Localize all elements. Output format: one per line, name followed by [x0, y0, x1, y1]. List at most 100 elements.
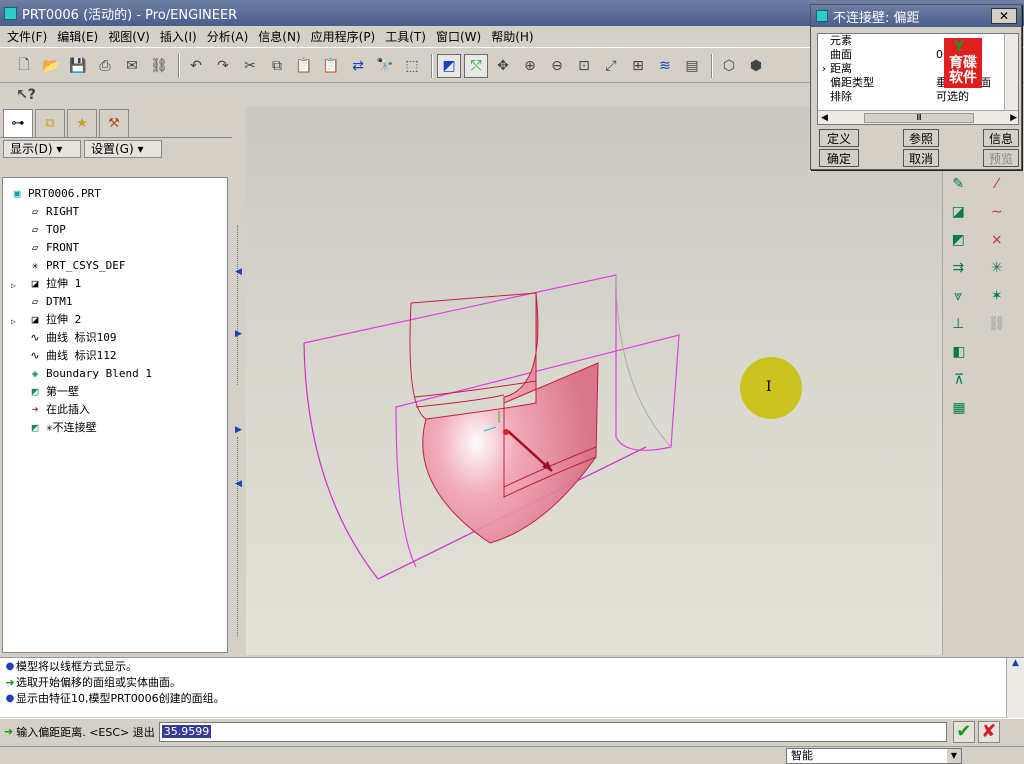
zoom-out-icon[interactable]: ⊖: [545, 54, 569, 78]
paste-special-icon[interactable]: 📋: [319, 54, 343, 78]
tree-item[interactable]: ◈ Boundary Blend 1: [3, 364, 227, 382]
tree-item[interactable]: ▷ ◪ 拉伸 1: [3, 274, 227, 292]
tree-item[interactable]: ◩ 第一壁: [3, 382, 227, 400]
scroll-thumb[interactable]: Ⅲ: [864, 112, 974, 123]
expand-arrow-icon[interactable]: ▷: [11, 317, 16, 326]
form-tool-icon[interactable]: ⊼: [947, 368, 971, 392]
cut-tool-icon[interactable]: ◧: [947, 340, 971, 364]
csys-tool-icon[interactable]: ✳: [986, 256, 1009, 280]
offset-distance-value[interactable]: 35.9599: [161, 725, 212, 738]
tree-item[interactable]: ▱ FRONT: [3, 238, 227, 256]
expand-arrow-icon[interactable]: ▷: [11, 281, 16, 290]
tree-item[interactable]: ✳ PRT_CSYS_DEF: [3, 256, 227, 274]
menu-help[interactable]: 帮助(H): [486, 27, 538, 47]
menu-file[interactable]: 文件(F): [2, 27, 52, 47]
element-list[interactable]: 元素曲面0的›距离偏距类型垂直于曲面排除 可选的 Y 育碟 软件 ◀ Ⅲ ▶: [817, 33, 1019, 125]
new-file-icon[interactable]: 🗋: [12, 54, 36, 78]
cancel-button[interactable]: 取消: [903, 149, 939, 167]
cancel-x-icon[interactable]: ✘: [977, 720, 1000, 743]
refit-icon[interactable]: ⊡: [572, 54, 596, 78]
favorites-tab-icon[interactable]: ★: [67, 109, 97, 137]
element-row[interactable]: › 距离: [818, 62, 1018, 76]
reorient-icon[interactable]: ⤢: [599, 54, 623, 78]
cut-icon[interactable]: ✂: [238, 54, 262, 78]
send-link-icon[interactable]: ⛓: [147, 54, 171, 78]
bend-tool-icon[interactable]: ⇉: [947, 256, 970, 280]
redo-icon[interactable]: ↷: [211, 54, 235, 78]
close-icon[interactable]: ✕: [991, 8, 1017, 24]
copy-icon[interactable]: ⧉: [265, 54, 289, 78]
flatten-tool-icon[interactable]: ⩔: [947, 284, 970, 308]
tree-item[interactable]: ▱ TOP: [3, 220, 227, 238]
tree-item[interactable]: ➜ 在此插入: [3, 400, 227, 418]
paste-icon[interactable]: 📋: [292, 54, 316, 78]
collapse-arrow-icon[interactable]: ▶: [235, 329, 242, 339]
offset-distance-input[interactable]: 35.9599: [158, 721, 947, 742]
rip-tool-icon[interactable]: ⛓: [986, 312, 1009, 336]
punch-tool-icon[interactable]: ▦: [947, 396, 971, 420]
chevron-down-icon[interactable]: ▼: [947, 749, 961, 763]
find-icon[interactable]: 🔭: [373, 54, 397, 78]
spin-center-icon[interactable]: ✥: [491, 54, 515, 78]
collapse-arrow-icon[interactable]: ◀: [235, 267, 242, 277]
settings-menu-button[interactable]: 设置(G) ▾: [84, 139, 162, 158]
ok-button[interactable]: 确定: [819, 149, 859, 167]
vertical-scrollbar[interactable]: [1004, 34, 1018, 112]
dialog-titlebar[interactable]: 不连接壁: 偏距: [811, 5, 1021, 27]
datum-point-icon[interactable]: ×: [986, 228, 1009, 252]
menu-insert[interactable]: 插入(I): [155, 27, 202, 47]
collapse-arrow-icon[interactable]: ◀: [235, 479, 242, 489]
plane-tool-icon[interactable]: ◪: [947, 200, 970, 224]
connections-tab-icon[interactable]: ⚒: [99, 109, 129, 137]
axis-display-icon[interactable]: ⤲: [464, 53, 488, 78]
tree-item[interactable]: ◩ ✳不连接壁: [3, 418, 227, 436]
tree-item[interactable]: ∿ 曲线 标识109: [3, 328, 227, 346]
menu-edit[interactable]: 编辑(E): [52, 27, 103, 47]
menu-view[interactable]: 视图(V): [103, 27, 155, 47]
zoom-in-icon[interactable]: ⊕: [518, 54, 542, 78]
datum-axis-icon[interactable]: ⁄: [986, 172, 1009, 196]
save-icon[interactable]: 💾: [66, 54, 90, 78]
collapse-arrow-icon[interactable]: ▶: [235, 425, 242, 435]
undo-icon[interactable]: ↶: [184, 54, 208, 78]
panel-splitter[interactable]: ◀ ▶ ▶ ◀: [232, 107, 246, 655]
tree-item[interactable]: ∿ 曲线 标识112: [3, 346, 227, 364]
regenerate-icon[interactable]: ⇄: [346, 54, 370, 78]
element-row[interactable]: 偏距类型垂直于曲面: [818, 76, 1018, 90]
tree-item[interactable]: ▱ DTM1: [3, 292, 227, 310]
unbend-tool-icon[interactable]: ⊥: [947, 312, 970, 336]
sketch-tool-icon[interactable]: ✎: [947, 172, 970, 196]
menu-analysis[interactable]: 分析(A): [202, 27, 254, 47]
horizontal-scrollbar[interactable]: ◀ Ⅲ ▶: [818, 110, 1018, 124]
datum-curve-icon[interactable]: ∼: [986, 200, 1009, 224]
scroll-right-icon[interactable]: ▶: [1010, 113, 1017, 123]
accept-check-icon[interactable]: ✔: [952, 720, 975, 743]
tree-item[interactable]: ▷ ◪ 拉伸 2: [3, 310, 227, 328]
wall-tool-icon[interactable]: ◩: [947, 228, 970, 252]
reference-button[interactable]: 参照: [903, 129, 939, 147]
analysis-tool-icon[interactable]: ✶: [986, 284, 1009, 308]
layers-icon[interactable]: ≋: [653, 54, 677, 78]
saved-views-icon[interactable]: ⊞: [626, 54, 650, 78]
selection-filter[interactable]: 智能 ▼: [786, 748, 962, 764]
model-geometry[interactable]: [246, 107, 942, 655]
scroll-up-icon[interactable]: ▲: [1007, 658, 1024, 668]
scroll-left-icon[interactable]: ◀: [821, 113, 828, 123]
display-menu-button[interactable]: 显示(D) ▾: [3, 139, 81, 158]
model-tree[interactable]: ▣ PRT0006.PRT ▱ RIGHT ▱ TOP ▱ FRONT ✳ PRT_CSYS_DE…: [2, 177, 228, 653]
wireframe-icon[interactable]: ⬡: [717, 54, 741, 78]
hidden-line-icon[interactable]: ⬢: [744, 54, 768, 78]
element-row[interactable]: 元素: [818, 34, 1018, 48]
menu-info[interactable]: 信息(N): [253, 27, 305, 47]
tree-item[interactable]: ▣ PRT0006.PRT: [3, 184, 227, 202]
view-manager-icon[interactable]: ▤: [680, 54, 704, 78]
send-mail-icon[interactable]: ✉: [120, 54, 144, 78]
context-help-icon[interactable]: ↖?: [14, 83, 38, 107]
graphics-window[interactable]: I: [246, 107, 942, 655]
menu-applications[interactable]: 应用程序(P): [306, 27, 381, 47]
sketch-display-icon[interactable]: ◩: [437, 53, 461, 78]
print-icon[interactable]: ⎙: [93, 54, 117, 78]
define-button[interactable]: 定义: [819, 129, 859, 147]
element-row[interactable]: 排除 可选的: [818, 90, 1018, 104]
menu-window[interactable]: 窗口(W): [431, 27, 486, 47]
